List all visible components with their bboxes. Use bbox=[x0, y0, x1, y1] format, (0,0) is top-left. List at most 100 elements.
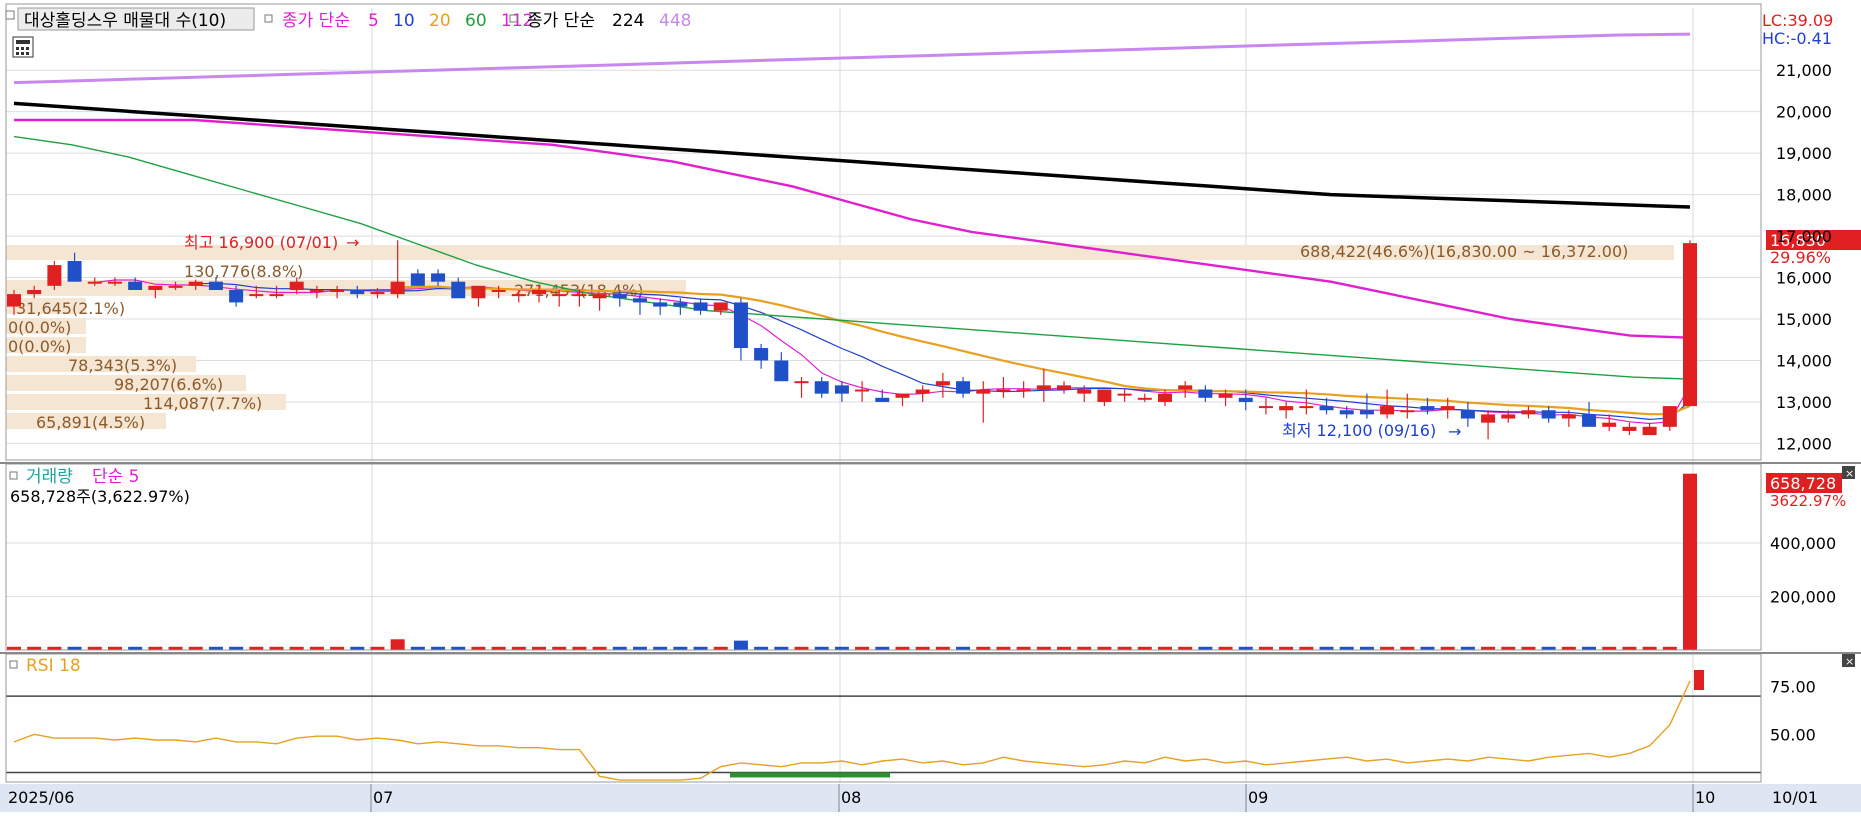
candle-body bbox=[1460, 410, 1475, 419]
ma-legend-period: 60 bbox=[465, 11, 487, 31]
candle-body bbox=[309, 289, 324, 292]
svg-text:×: × bbox=[1845, 655, 1854, 668]
candle-body bbox=[814, 381, 829, 394]
candle-body bbox=[27, 289, 42, 295]
high-arrow-icon: → bbox=[346, 233, 359, 252]
price-tick-label: 18,000 bbox=[1776, 186, 1832, 205]
candle-body bbox=[935, 381, 950, 386]
candle-body bbox=[87, 281, 102, 284]
x-tick-label: 09 bbox=[1248, 788, 1268, 807]
legend-title: 대상홀딩스우 매물대 수(10) bbox=[24, 11, 226, 31]
rsi-tick-label: 50.00 bbox=[1770, 725, 1816, 744]
candle-body bbox=[1238, 397, 1253, 402]
candle-body bbox=[1299, 406, 1314, 409]
x-axis-bar bbox=[0, 784, 1861, 812]
candle-body bbox=[1036, 385, 1051, 390]
candle-body bbox=[107, 281, 122, 284]
candle-body bbox=[1622, 426, 1637, 431]
candle-body bbox=[915, 389, 930, 394]
candle-body bbox=[1057, 385, 1072, 390]
low-annotation: 최저 12,100 (09/16) bbox=[1282, 421, 1436, 440]
candle-body bbox=[370, 292, 385, 295]
ma2-legend-period: 224 bbox=[612, 11, 644, 31]
volume-legend-ma: 단순 5 bbox=[92, 467, 140, 487]
volume-legend-title: 거래량 bbox=[26, 467, 73, 487]
candle-body bbox=[875, 397, 890, 402]
candle-body bbox=[956, 381, 971, 394]
x-tick-label: 10/01 bbox=[1772, 788, 1818, 807]
volume-bar bbox=[733, 640, 748, 650]
volume-bar bbox=[390, 639, 405, 650]
volume-profile-label: 130,776(8.8%) bbox=[184, 262, 303, 281]
candle-body bbox=[269, 294, 284, 297]
volume-profile-label: 78,343(5.3%) bbox=[68, 356, 177, 375]
candle-body bbox=[1602, 422, 1617, 427]
x-tick-label: 07 bbox=[373, 788, 393, 807]
candle-body bbox=[794, 381, 809, 384]
candle-body bbox=[552, 294, 567, 297]
volume-value-text: 658,728주(3,622.97%) bbox=[10, 487, 190, 506]
candle-body bbox=[1137, 397, 1152, 400]
candle-body bbox=[976, 389, 991, 394]
volume-profile-label: 65,891(4.5%) bbox=[36, 413, 145, 432]
stock-chart[interactable]: 0(0.0%)0(0.0%)78,343(5.3%)98,207(6.6%)11… bbox=[0, 0, 1861, 812]
candle-body bbox=[128, 281, 143, 290]
ma2-legend-period: 448 bbox=[659, 11, 691, 31]
volume-legend-toggle-icon[interactable] bbox=[9, 471, 18, 480]
candle-body bbox=[330, 289, 345, 292]
lc-value: LC:39.09 bbox=[1762, 11, 1833, 30]
candle-body bbox=[1077, 389, 1092, 394]
calculator-icon[interactable] bbox=[12, 36, 34, 58]
current-change: 29.96% bbox=[1770, 248, 1831, 267]
candle-body bbox=[532, 289, 547, 295]
candle-body bbox=[855, 389, 870, 392]
volume-close-icon[interactable]: × bbox=[1842, 466, 1855, 480]
volume-profile-label: 31,645(2.1%) bbox=[16, 299, 125, 318]
candle-body bbox=[148, 285, 163, 290]
rsi-tick-label: 75.00 bbox=[1770, 678, 1816, 697]
rsi-close-icon[interactable]: × bbox=[1842, 654, 1855, 668]
price-tick-label: 12,000 bbox=[1776, 434, 1832, 453]
candle-body bbox=[693, 302, 708, 311]
candle-body bbox=[774, 360, 789, 382]
candle-body bbox=[168, 285, 183, 288]
candle-body bbox=[491, 289, 506, 292]
ma2-legend-label: 종가 단순 bbox=[527, 11, 595, 31]
ma-legend-period: 10 bbox=[393, 11, 415, 31]
candle-body bbox=[1420, 406, 1435, 411]
candle-body bbox=[188, 281, 203, 286]
candle-body bbox=[67, 260, 82, 282]
volume-tick-label: 200,000 bbox=[1770, 587, 1836, 606]
svg-text:×: × bbox=[1845, 467, 1854, 480]
candle-body bbox=[1440, 406, 1455, 411]
hc-value: HC:-0.41 bbox=[1762, 29, 1832, 48]
candle-body bbox=[229, 289, 244, 303]
candle-body bbox=[1218, 393, 1233, 398]
candle-body bbox=[1380, 406, 1395, 415]
candle-body bbox=[1097, 389, 1112, 402]
rsi-legend-toggle-icon[interactable] bbox=[9, 660, 18, 669]
price-tick-label: 14,000 bbox=[1776, 351, 1832, 370]
candle-body bbox=[754, 348, 769, 361]
current-volume-change: 3622.97% bbox=[1770, 492, 1846, 510]
candle-body bbox=[1117, 393, 1132, 396]
candle-body bbox=[572, 294, 587, 297]
candle-body bbox=[7, 294, 21, 307]
candle-body bbox=[713, 302, 728, 311]
candle-body bbox=[1279, 406, 1294, 411]
candle-body bbox=[834, 385, 849, 394]
ma-legend-toggle-icon[interactable] bbox=[264, 14, 273, 23]
legend-toggle-icon[interactable] bbox=[5, 10, 15, 20]
candle-body bbox=[1178, 385, 1193, 390]
ma2-legend-toggle-icon[interactable] bbox=[509, 14, 518, 23]
candle-body bbox=[1521, 410, 1536, 415]
candle-body bbox=[289, 281, 304, 290]
candle-body bbox=[996, 389, 1011, 392]
rsi-legend-title: RSI 18 bbox=[26, 656, 81, 676]
candle-body bbox=[1642, 426, 1657, 436]
volume-tick-label: 400,000 bbox=[1770, 534, 1836, 553]
high-annotation: 최고 16,900 (07/01) bbox=[184, 233, 338, 252]
candle-body bbox=[1582, 414, 1597, 427]
candle-body bbox=[1662, 406, 1677, 427]
volume-profile-label: 0(0.0%) bbox=[8, 337, 71, 356]
